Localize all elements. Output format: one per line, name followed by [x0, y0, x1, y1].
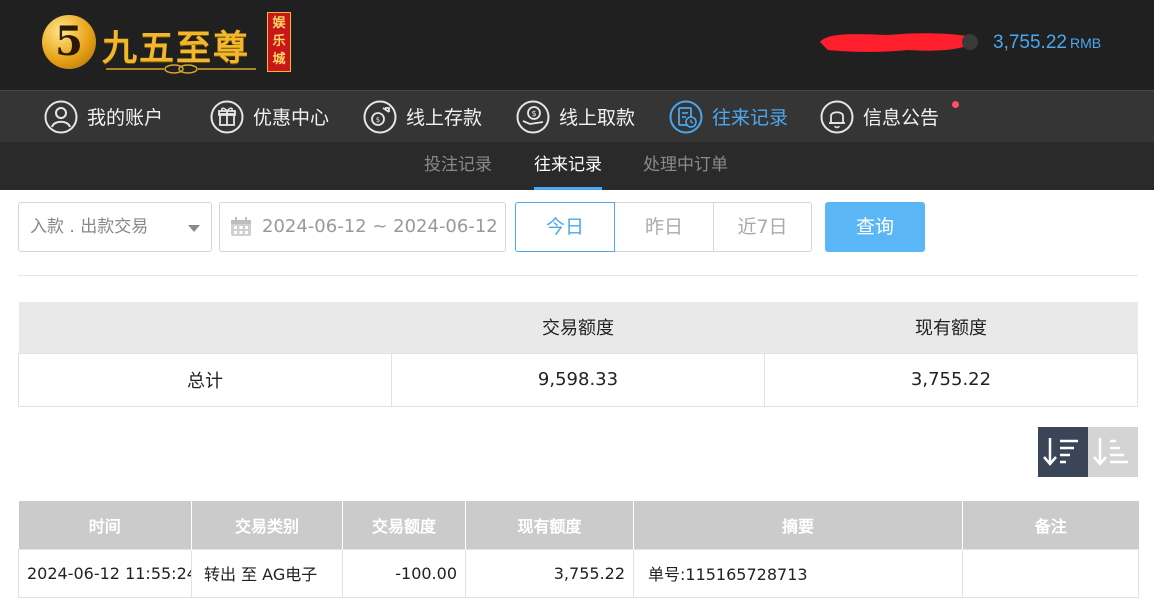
calendar-icon — [231, 217, 251, 236]
nav-label: 我的账户 — [87, 107, 164, 129]
transaction-type-select[interactable]: 入款 . 出款交易 — [18, 202, 212, 252]
nav-label: 优惠中心 — [253, 107, 330, 129]
svg-text:$: $ — [531, 109, 536, 118]
range-today-button[interactable]: 今日 — [515, 202, 615, 252]
nav-online-withdraw[interactable]: $ 线上取款 — [516, 91, 635, 142]
col-header-amount[interactable]: 交易额度 — [342, 501, 466, 549]
nav-label: 线上取款 — [559, 107, 636, 129]
summary-total-label: 总计 — [18, 352, 392, 407]
caret-down-icon — [188, 225, 200, 232]
range-7days-button[interactable]: 近7日 — [713, 202, 812, 252]
tab-pending-orders[interactable]: 处理中订单 — [643, 142, 728, 190]
sort-descending-icon — [1043, 438, 1078, 466]
date-range-value: 2024-06-12 ~ 2024-06-12 — [262, 216, 498, 237]
gift-icon — [210, 100, 244, 133]
col-header-summary[interactable]: 摘要 — [633, 501, 963, 549]
top-header: 5 九五至尊 娱 乐 城 3,755.22 RMB — [0, 0, 1154, 90]
withdraw-icon: $ — [516, 100, 550, 133]
nav-label: 线上存款 — [406, 107, 483, 129]
divider — [18, 275, 1138, 276]
logo-badge-char: 娱 — [272, 16, 286, 31]
nav-promotions[interactable]: 优惠中心 — [210, 91, 329, 142]
redacted-username — [820, 33, 978, 52]
bell-icon — [820, 100, 854, 133]
logo-numeral: 5 — [55, 18, 83, 65]
svg-text:$: $ — [376, 116, 380, 124]
col-header-note[interactable]: 备注 — [962, 501, 1139, 549]
user-icon — [44, 100, 78, 133]
logo-badge: 娱 乐 城 — [267, 12, 291, 72]
summary-header-row: 交易额度 现有额度 — [18, 302, 1138, 353]
nav-label: 信息公告 — [863, 107, 940, 129]
sort-ascending-icon — [1093, 438, 1128, 466]
summary-total-amount: 9,598.33 — [391, 352, 765, 407]
balance-value: 3,755.22 — [993, 32, 1067, 53]
logo-emblem: 5 — [42, 15, 96, 69]
nav-label: 往来记录 — [712, 107, 789, 129]
tab-transaction-records[interactable]: 往来记录 — [534, 142, 602, 190]
nav-announcements[interactable]: 信息公告 — [820, 91, 939, 142]
notification-dot — [952, 101, 959, 108]
nav-online-deposit[interactable]: $ 线上存款 — [363, 91, 482, 142]
summary-total-balance: 3,755.22 — [764, 352, 1138, 407]
balance-currency: RMB — [1069, 35, 1102, 51]
col-header-time[interactable]: 时间 — [18, 501, 192, 549]
col-header-type[interactable]: 交易类别 — [191, 501, 343, 549]
sort-ascending-button[interactable] — [1088, 427, 1138, 477]
range-yesterday-button[interactable]: 昨日 — [614, 202, 714, 252]
account-balance: 3,755.22 RMB — [993, 32, 1101, 54]
site-logo[interactable]: 5 九五至尊 娱 乐 城 — [40, 12, 300, 78]
records-header-row: 时间 交易类别 交易额度 现有额度 摘要 备注 — [18, 501, 1139, 549]
logo-badge-char: 城 — [272, 52, 286, 67]
deposit-icon: $ — [363, 100, 397, 133]
main-nav: 我的账户 优惠中心 $ 线上存款 $ 线上取款 往来记录 信息公告 — [0, 90, 1154, 142]
summary-total-row: 总计 9,598.33 3,755.22 — [18, 352, 1138, 407]
sub-nav: 投注记录 往来记录 处理中订单 — [0, 142, 1154, 190]
transaction-type-value: 入款 . 出款交易 — [30, 217, 149, 237]
records-icon — [669, 100, 703, 133]
records-table: 时间 交易类别 交易额度 现有额度 摘要 备注 2024-06-12 11:55… — [18, 501, 1139, 598]
summary-header — [18, 302, 392, 353]
nav-my-account[interactable]: 我的账户 — [44, 91, 163, 142]
summary-header-amount: 交易额度 — [391, 302, 765, 353]
sort-descending-button[interactable] — [1038, 427, 1088, 477]
summary-table: 交易额度 现有额度 总计 9,598.33 3,755.22 — [18, 302, 1138, 407]
col-header-balance[interactable]: 现有额度 — [465, 501, 634, 549]
summary-header-balance: 现有额度 — [764, 302, 1138, 353]
logo-badge-char: 乐 — [272, 34, 286, 49]
query-button[interactable]: 查询 — [825, 202, 925, 252]
date-range-input[interactable]: 2024-06-12 ~ 2024-06-12 — [219, 202, 506, 252]
nav-transaction-records[interactable]: 往来记录 — [669, 91, 788, 142]
tab-bet-records[interactable]: 投注记录 — [424, 142, 492, 190]
logo-flourish — [106, 64, 256, 74]
